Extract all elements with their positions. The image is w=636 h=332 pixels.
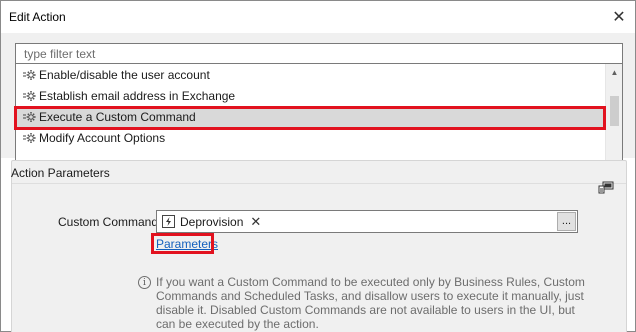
- remove-icon[interactable]: ✕: [250, 214, 261, 230]
- filter-input[interactable]: [15, 43, 623, 64]
- highlight-selected-action: [14, 106, 606, 130]
- divider: [12, 183, 626, 184]
- list-item-label: Establish email address in Exchange: [39, 88, 236, 103]
- info-icon: i: [138, 276, 151, 289]
- list-item[interactable]: Enable/disable the user account: [16, 64, 606, 85]
- list-item-label: Enable/disable the user account: [39, 67, 210, 82]
- highlight-parameters-link: [151, 233, 214, 254]
- edit-action-dialog: Edit Action ✕ Enable/disable the user ac…: [0, 0, 636, 332]
- list-item[interactable]: Establish email address in Exchange: [16, 85, 606, 106]
- gear-icon: [22, 89, 36, 103]
- scroll-up-icon[interactable]: ▲: [606, 64, 622, 81]
- display-settings-icon[interactable]: [598, 181, 614, 195]
- list-item[interactable]: Modify Account Options: [16, 127, 606, 148]
- scroll-thumb[interactable]: [610, 96, 619, 126]
- browse-button[interactable]: ...: [557, 212, 576, 231]
- dialog-title: Edit Action: [9, 10, 66, 24]
- command-chip: Deprovision ✕: [160, 213, 266, 230]
- command-chip-label: Deprovision: [180, 214, 244, 229]
- gear-icon: [22, 131, 36, 145]
- custom-command-label: Custom Command:: [58, 215, 162, 229]
- list-item-label: Modify Account Options: [39, 130, 166, 145]
- gear-icon: [22, 68, 36, 82]
- action-picker-area: Enable/disable the user account Establis…: [1, 33, 635, 182]
- custom-command-field[interactable]: Deprovision ✕ ...: [156, 210, 578, 233]
- close-button[interactable]: ✕: [609, 7, 629, 27]
- title-bar: Edit Action ✕: [1, 1, 635, 33]
- custom-command-icon: [162, 215, 175, 228]
- close-icon: ✕: [612, 9, 626, 26]
- action-parameters-header: Action Parameters: [11, 166, 110, 180]
- info-text: If you want a Custom Command to be execu…: [156, 275, 585, 331]
